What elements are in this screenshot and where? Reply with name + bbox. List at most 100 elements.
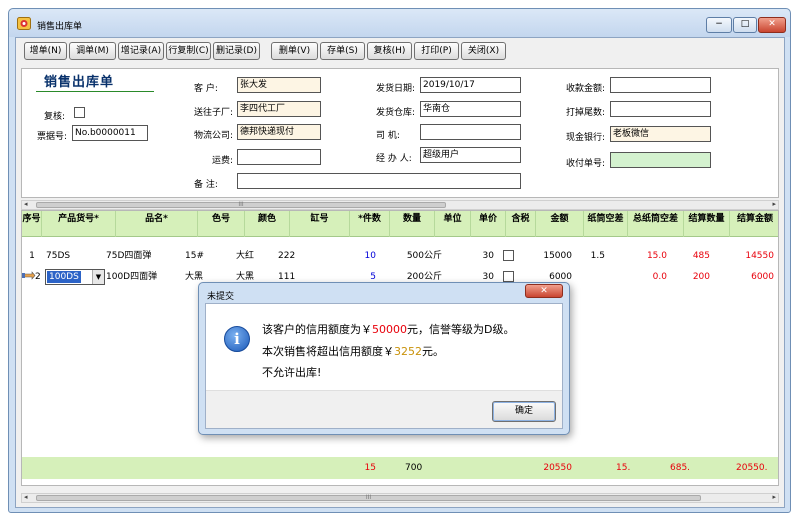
ship-to-label: 送往子厂: xyxy=(194,108,234,118)
total-qty: 700 xyxy=(405,463,423,473)
col-header-name[interactable]: 品名* xyxy=(116,211,198,237)
copy-row-button[interactable]: 行复制(C) xyxy=(166,42,211,60)
total-pieces: 15 xyxy=(364,463,376,473)
delete-record-button[interactable]: 删记录(D) xyxy=(213,42,260,60)
info-icon: i xyxy=(224,326,250,352)
customer-label: 客 户: xyxy=(194,84,218,94)
scroll-right-icon[interactable]: ▸ xyxy=(772,200,776,208)
total-settle-amount: 20550. xyxy=(736,463,768,473)
close-button[interactable]: 关闭(X) xyxy=(461,42,506,60)
voucher-field[interactable] xyxy=(610,152,711,168)
form-horizontal-scrollbar[interactable]: ◂ III ▸ xyxy=(21,200,779,210)
delete-order-button[interactable]: 删单(V) xyxy=(271,42,318,60)
ship-date-field[interactable]: 2019/10/17 xyxy=(420,77,521,93)
scroll-right-icon[interactable]: ▸ xyxy=(772,493,776,501)
cell-total-tube-diff: 15.0 xyxy=(646,251,667,261)
ticket-label: 票据号: xyxy=(37,132,68,142)
cell-settle-amount: 6000 xyxy=(751,272,774,282)
total-total-tube-diff: 15. xyxy=(616,463,631,473)
maximize-button[interactable]: □ xyxy=(733,17,757,33)
cell-name[interactable]: 75D四面弹 xyxy=(106,247,151,265)
scroll-left-icon[interactable]: ◂ xyxy=(24,493,28,501)
col-header-qty[interactable]: 数量 xyxy=(390,211,435,237)
cell-price[interactable]: 30 xyxy=(474,247,494,265)
cash-bank-field[interactable]: 老板微信 xyxy=(610,126,711,142)
close-window-button[interactable]: ✕ xyxy=(758,17,786,33)
cell-settle-qty: 200 xyxy=(692,272,710,282)
handler-label: 经 办 人: xyxy=(376,154,412,164)
review-button[interactable]: 复核(H) xyxy=(367,42,412,60)
chevron-down-icon[interactable]: ▼ xyxy=(92,270,104,284)
cell-color[interactable]: 大红 xyxy=(236,247,254,265)
grid-horizontal-scrollbar[interactable]: ◂ III ▸ xyxy=(21,493,779,503)
handler-field[interactable]: 超级用户 xyxy=(420,147,521,163)
col-header-color-no[interactable]: 色号 xyxy=(198,211,245,237)
message-text: 元，信誉等级为D级。 xyxy=(407,323,515,336)
scroll-left-icon[interactable]: ◂ xyxy=(24,200,28,208)
dialog-title: 未提交 xyxy=(207,292,235,302)
review-checkbox[interactable] xyxy=(74,107,85,118)
col-header-vat[interactable]: 缸号 xyxy=(290,211,350,237)
col-header-settle-amount[interactable]: 结算金额 xyxy=(730,211,778,237)
cell-tube-diff[interactable]: 1.5 xyxy=(584,247,605,265)
combobox-value: 100DS xyxy=(47,271,81,283)
print-button[interactable]: 打印(P) xyxy=(414,42,459,60)
message-text: 元。 xyxy=(422,345,444,358)
remark-field[interactable] xyxy=(237,173,521,189)
col-header-unit[interactable]: 单位 xyxy=(435,211,471,237)
driver-field[interactable] xyxy=(420,124,521,140)
ship-to-field[interactable]: 李四代工厂 xyxy=(237,101,321,117)
cell-code[interactable]: 75DS xyxy=(46,247,70,265)
col-header-color[interactable]: 颜色 xyxy=(245,211,290,237)
customer-field[interactable]: 张大发 xyxy=(237,77,321,93)
cell-name[interactable]: 100D四面弹 xyxy=(106,268,157,286)
logistics-label: 物流公司: xyxy=(194,131,234,141)
freight-label: 运费: xyxy=(212,156,234,166)
add-record-button[interactable]: 增记录(A) xyxy=(118,42,164,60)
col-header-pieces[interactable]: *件数 xyxy=(350,211,390,237)
row-pointer-icon xyxy=(22,270,36,281)
ok-button[interactable]: 确定 xyxy=(492,401,556,422)
save-order-button[interactable]: 存单(S) xyxy=(320,42,365,60)
col-header-tube-diff[interactable]: 纸筒空差 xyxy=(584,211,628,237)
freight-field[interactable] xyxy=(237,149,321,165)
cell-vat-checkbox[interactable] xyxy=(503,271,514,282)
logistics-field[interactable]: 德邦快递现付 xyxy=(237,124,321,140)
cell-vat-checkbox[interactable] xyxy=(503,250,514,261)
col-header-price[interactable]: 单价 xyxy=(471,211,506,237)
col-header-settle-qty[interactable]: 结算数量 xyxy=(684,211,730,237)
review-label: 复核: xyxy=(44,112,66,122)
cell-pieces[interactable]: 10 xyxy=(352,247,376,265)
col-header-vat-incl[interactable]: 含税 xyxy=(506,211,536,237)
cell-settle-qty: 485 xyxy=(692,251,710,261)
new-order-button[interactable]: 增单(N) xyxy=(24,42,67,60)
cell-tube-diff[interactable] xyxy=(584,268,605,286)
dialog-close-button[interactable]: ✕ xyxy=(525,284,563,298)
ship-date-label: 发货日期: xyxy=(376,84,416,94)
rounding-field[interactable] xyxy=(610,101,711,117)
col-header-amount[interactable]: 金额 xyxy=(536,211,584,237)
load-order-button[interactable]: 调单(M) xyxy=(69,42,116,60)
col-header-no[interactable]: 序号 xyxy=(22,211,42,237)
minimize-button[interactable]: − xyxy=(706,17,732,33)
col-header-code[interactable]: 产品货号* xyxy=(42,211,116,237)
main-window: 销售出库单 − □ ✕ 增单(N) 调单(M) 增记录(A) 行复制(C) 删记… xyxy=(8,8,791,513)
message-line-1: 该客户的信用额度为￥50000元，信誉等级为D级。 xyxy=(262,321,514,337)
cell-code-combobox[interactable]: 100DS ▼ xyxy=(45,269,105,285)
table-row[interactable]: 1 75DS 75D四面弹 15# 大红 222 10 500 公斤 30 15… xyxy=(22,247,778,265)
cell-qty[interactable]: 500 xyxy=(392,247,424,265)
cell-unit[interactable]: 公斤 xyxy=(424,247,442,265)
warehouse-field[interactable]: 华南仓 xyxy=(420,101,521,117)
scroll-thumb[interactable]: III xyxy=(36,202,446,208)
credit-limit-value: 50000 xyxy=(372,323,407,336)
received-amount-field[interactable] xyxy=(610,77,711,93)
title-underline xyxy=(36,91,154,92)
message-line-3: 不允许出库! xyxy=(262,366,322,379)
cell-color-no[interactable]: 15# xyxy=(185,247,204,265)
cell-settle-amount: 14550 xyxy=(745,251,774,261)
scroll-thumb[interactable]: III xyxy=(36,495,701,501)
ticket-number-field[interactable]: No.b0000011 xyxy=(72,125,148,141)
cell-no: 2 xyxy=(35,272,41,282)
cell-vat[interactable]: 222 xyxy=(278,247,295,265)
col-header-total-tube-diff[interactable]: 总纸筒空差 xyxy=(628,211,684,237)
